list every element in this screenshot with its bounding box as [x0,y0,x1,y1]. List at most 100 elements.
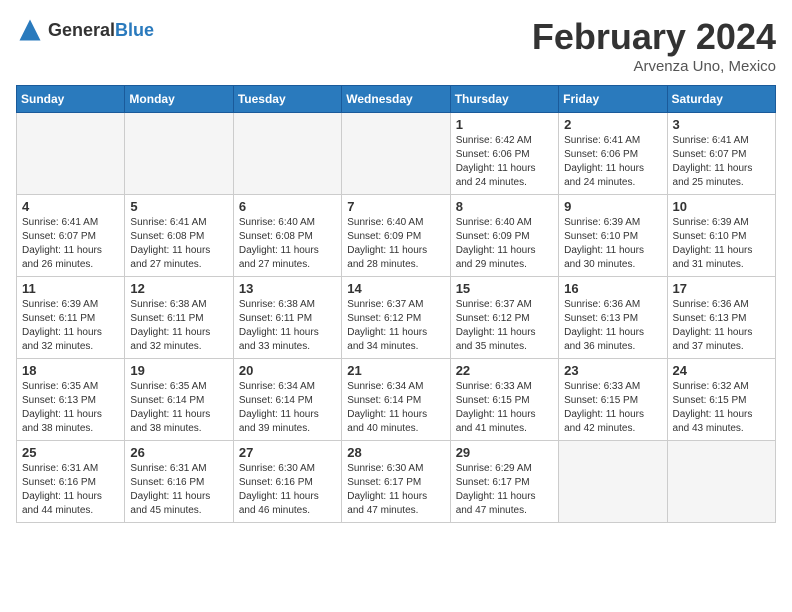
day-number: 22 [456,363,553,378]
day-info: Sunrise: 6:39 AMSunset: 6:10 PMDaylight:… [564,216,661,272]
title-block: February 2024 Arvenza Uno, Mexico [532,16,776,75]
day-number: 12 [130,281,227,296]
calendar-cell: 17 Sunrise: 6:36 AMSunset: 6:13 PMDayligh… [667,277,775,359]
day-number: 18 [22,363,119,378]
calendar-cell: 22 Sunrise: 6:33 AMSunset: 6:15 PMDayligh… [450,359,558,441]
month-title: February 2024 [532,16,776,58]
day-number: 11 [22,281,119,296]
calendar-cell: 20 Sunrise: 6:34 AMSunset: 6:14 PMDayligh… [233,359,341,441]
day-number: 19 [130,363,227,378]
day-number: 13 [239,281,336,296]
day-info: Sunrise: 6:41 AMSunset: 6:07 PMDaylight:… [673,134,770,190]
calendar-cell: 5Sunrise: 6:41 AMSunset: 6:08 PMDaylight… [125,195,233,277]
calendar-cell: 25 Sunrise: 6:31 AMSunset: 6:16 PMDayligh… [17,441,125,523]
calendar-cell [667,441,775,523]
calendar-cell: 10 Sunrise: 6:39 AMSunset: 6:10 PMDayligh… [667,195,775,277]
day-number: 5 [130,199,227,214]
day-info: Sunrise: 6:30 AMSunset: 6:17 PMDaylight:… [347,462,444,518]
calendar-cell: 13 Sunrise: 6:38 AMSunset: 6:11 PMDayligh… [233,277,341,359]
calendar-cell: 4 Sunrise: 6:41 AMSunset: 6:07 PMDaylight… [17,195,125,277]
calendar-cell: 11 Sunrise: 6:39 AMSunset: 6:11 PMDayligh… [17,277,125,359]
day-number: 29 [456,445,553,460]
calendar-cell: 19 Sunrise: 6:35 AMSunset: 6:14 PMDayligh… [125,359,233,441]
day-number: 25 [22,445,119,460]
page-header: GeneralBlue February 2024 Arvenza Uno, M… [16,16,776,75]
calendar-cell: 15 Sunrise: 6:37 AMSunset: 6:12 PMDayligh… [450,277,558,359]
calendar-cell: 2Sunrise: 6:41 AMSunset: 6:06 PMDaylight… [559,113,667,195]
day-number: 7 [347,199,444,214]
day-number: 10 [673,199,770,214]
day-info: Sunrise: 6:36 AMSunset: 6:13 PMDaylight:… [673,298,770,354]
day-info: Sunrise: 6:39 AMSunset: 6:11 PMDaylight:… [22,298,119,354]
calendar-cell: 7 Sunrise: 6:40 AMSunset: 6:09 PMDaylight… [342,195,450,277]
day-number: 27 [239,445,336,460]
day-number: 14 [347,281,444,296]
calendar-cell: 26 Sunrise: 6:31 AMSunset: 6:16 PMDayligh… [125,441,233,523]
day-info: Sunrise: 6:38 AMSunset: 6:11 PMDaylight:… [130,298,227,354]
calendar-cell: 3 Sunrise: 6:41 AMSunset: 6:07 PMDaylight… [667,113,775,195]
calendar-table: SundayMondayTuesdayWednesdayThursdayFrid… [16,85,776,523]
day-info: Sunrise: 6:34 AMSunset: 6:14 PMDaylight:… [239,380,336,436]
day-info: Sunrise: 6:39 AMSunset: 6:10 PMDaylight:… [673,216,770,272]
day-info: Sunrise: 6:35 AMSunset: 6:13 PMDaylight:… [22,380,119,436]
logo: GeneralBlue [16,16,154,44]
day-info: Sunrise: 6:40 AMSunset: 6:09 PMDaylight:… [347,216,444,272]
day-number: 24 [673,363,770,378]
day-info: Sunrise: 6:37 AMSunset: 6:12 PMDaylight:… [456,298,553,354]
day-number: 17 [673,281,770,296]
logo-icon [16,16,44,44]
day-number: 20 [239,363,336,378]
day-number: 21 [347,363,444,378]
day-number: 1 [456,117,553,132]
calendar-cell: 16Sunrise: 6:36 AMSunset: 6:13 PMDayligh… [559,277,667,359]
week-row-3: 11 Sunrise: 6:39 AMSunset: 6:11 PMDayligh… [17,277,776,359]
day-info: Sunrise: 6:32 AMSunset: 6:15 PMDaylight:… [673,380,770,436]
day-number: 28 [347,445,444,460]
weekday-header-wednesday: Wednesday [342,86,450,113]
day-number: 15 [456,281,553,296]
weekday-header-sunday: Sunday [17,86,125,113]
weekday-header-tuesday: Tuesday [233,86,341,113]
day-info: Sunrise: 6:35 AMSunset: 6:14 PMDaylight:… [130,380,227,436]
day-number: 3 [673,117,770,132]
weekday-header-row: SundayMondayTuesdayWednesdayThursdayFrid… [17,86,776,113]
weekday-header-saturday: Saturday [667,86,775,113]
logo-blue: Blue [115,20,154,40]
calendar-cell: 14Sunrise: 6:37 AMSunset: 6:12 PMDayligh… [342,277,450,359]
day-info: Sunrise: 6:29 AMSunset: 6:17 PMDaylight:… [456,462,553,518]
weekday-header-monday: Monday [125,86,233,113]
day-number: 8 [456,199,553,214]
calendar-cell [559,441,667,523]
day-info: Sunrise: 6:30 AMSunset: 6:16 PMDaylight:… [239,462,336,518]
calendar-cell [125,113,233,195]
weekday-header-thursday: Thursday [450,86,558,113]
day-info: Sunrise: 6:41 AMSunset: 6:07 PMDaylight:… [22,216,119,272]
day-number: 23 [564,363,661,378]
calendar-cell: 18 Sunrise: 6:35 AMSunset: 6:13 PMDayligh… [17,359,125,441]
logo-general: General [48,20,115,40]
calendar-cell: 9Sunrise: 6:39 AMSunset: 6:10 PMDaylight… [559,195,667,277]
day-number: 4 [22,199,119,214]
calendar-cell [233,113,341,195]
weekday-header-friday: Friday [559,86,667,113]
day-info: Sunrise: 6:40 AMSunset: 6:09 PMDaylight:… [456,216,553,272]
day-info: Sunrise: 6:38 AMSunset: 6:11 PMDaylight:… [239,298,336,354]
day-info: Sunrise: 6:33 AMSunset: 6:15 PMDaylight:… [564,380,661,436]
day-info: Sunrise: 6:31 AMSunset: 6:16 PMDaylight:… [22,462,119,518]
calendar-cell: 29 Sunrise: 6:29 AMSunset: 6:17 PMDayligh… [450,441,558,523]
day-info: Sunrise: 6:33 AMSunset: 6:15 PMDaylight:… [456,380,553,436]
day-number: 26 [130,445,227,460]
week-row-4: 18 Sunrise: 6:35 AMSunset: 6:13 PMDayligh… [17,359,776,441]
week-row-5: 25 Sunrise: 6:31 AMSunset: 6:16 PMDayligh… [17,441,776,523]
calendar-cell: 6Sunrise: 6:40 AMSunset: 6:08 PMDaylight… [233,195,341,277]
calendar-cell: 12 Sunrise: 6:38 AMSunset: 6:11 PMDayligh… [125,277,233,359]
calendar-cell: 27 Sunrise: 6:30 AMSunset: 6:16 PMDayligh… [233,441,341,523]
day-info: Sunrise: 6:41 AMSunset: 6:06 PMDaylight:… [564,134,661,190]
calendar-cell: 23 Sunrise: 6:33 AMSunset: 6:15 PMDayligh… [559,359,667,441]
calendar-cell [342,113,450,195]
day-info: Sunrise: 6:31 AMSunset: 6:16 PMDaylight:… [130,462,227,518]
day-number: 16 [564,281,661,296]
calendar-cell: 8 Sunrise: 6:40 AMSunset: 6:09 PMDaylight… [450,195,558,277]
day-info: Sunrise: 6:34 AMSunset: 6:14 PMDaylight:… [347,380,444,436]
location: Arvenza Uno, Mexico [532,58,776,75]
